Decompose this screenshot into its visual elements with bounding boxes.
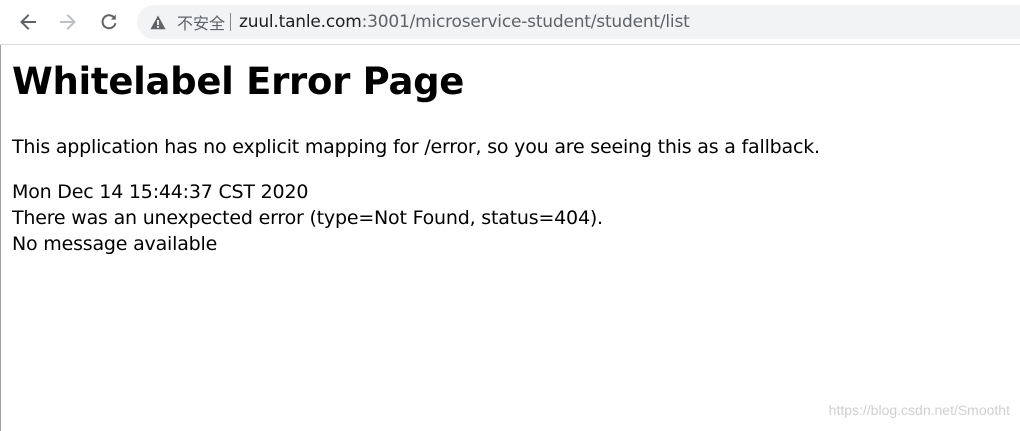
- error-description: This application has no explicit mapping…: [12, 136, 820, 158]
- security-status-label[interactable]: 不安全: [177, 10, 225, 34]
- error-details: Mon Dec 14 15:44:37 CST 2020 There was a…: [12, 179, 1012, 257]
- watermark: https://blog.csdn.net/Smootht: [828, 402, 1010, 418]
- error-status-line: There was an unexpected error (type=Not …: [12, 207, 603, 229]
- arrow-right-icon: [58, 12, 78, 32]
- forward-button[interactable]: [53, 7, 83, 37]
- url-path: :3001/microservice-student/student/list: [361, 12, 690, 32]
- address-divider: [230, 13, 232, 31]
- browser-toolbar: 不安全 zuul.tanle.com:3001/microservice-stu…: [0, 0, 1020, 45]
- url-host: zuul.tanle.com: [239, 12, 362, 32]
- reload-button[interactable]: [94, 7, 124, 37]
- url-text[interactable]: zuul.tanle.com:3001/microservice-student…: [239, 12, 690, 32]
- back-button[interactable]: [13, 7, 43, 37]
- warning-triangle-icon[interactable]: [149, 13, 167, 31]
- error-timestamp: Mon Dec 14 15:44:37 CST 2020: [12, 181, 309, 203]
- window-left-border: [0, 45, 1, 431]
- page-content: Whitelabel Error Page This application h…: [12, 58, 1012, 257]
- address-bar[interactable]: 不安全 zuul.tanle.com:3001/microservice-stu…: [137, 5, 1020, 39]
- error-message: No message available: [12, 233, 218, 255]
- arrow-left-icon: [18, 12, 38, 32]
- page-title: Whitelabel Error Page: [12, 60, 465, 103]
- reload-icon: [99, 12, 119, 32]
